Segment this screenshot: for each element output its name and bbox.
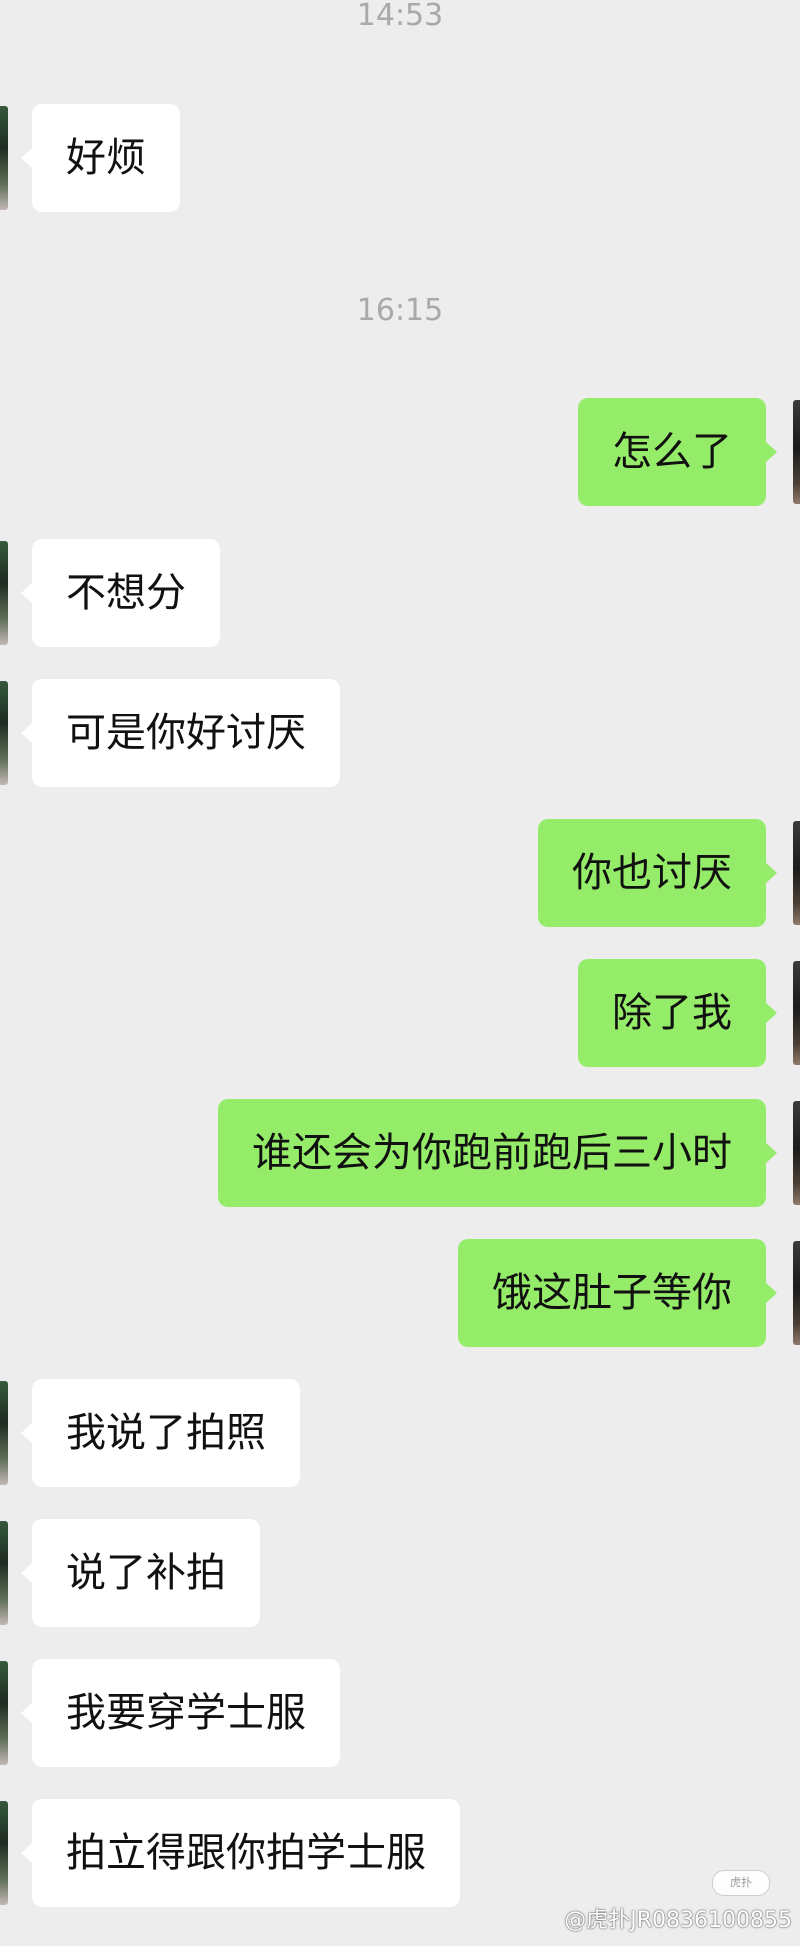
user-avatar[interactable] [793, 400, 800, 504]
user-avatar[interactable] [793, 1101, 800, 1205]
incoming-message-bubble[interactable]: 我要穿学士服 [21, 1659, 340, 1767]
watermark-logo: 虎扑 [712, 1870, 770, 1896]
contact-avatar[interactable] [0, 1661, 8, 1765]
incoming-message-bubble[interactable]: 可是你好讨厌 [21, 679, 340, 787]
watermark-text: @虎扑JR0836100855 [564, 1908, 792, 1933]
user-avatar[interactable] [793, 961, 800, 1065]
user-avatar[interactable] [793, 1241, 800, 1345]
outgoing-message-bubble[interactable]: 谁还会为你跑前跑后三小时 [218, 1099, 777, 1207]
outgoing-message-bubble[interactable]: 除了我 [578, 959, 777, 1067]
outgoing-message-bubble[interactable]: 饿这肚子等你 [458, 1239, 777, 1347]
contact-avatar[interactable] [0, 1381, 8, 1485]
contact-avatar[interactable] [0, 1801, 8, 1905]
user-avatar[interactable] [793, 821, 800, 925]
incoming-message-bubble[interactable]: 我说了拍照 [21, 1379, 300, 1487]
contact-avatar[interactable] [0, 681, 8, 785]
incoming-message-bubble[interactable]: 说了补拍 [21, 1519, 260, 1627]
timestamp: 16:15 [356, 293, 444, 328]
incoming-message-bubble[interactable]: 好烦 [21, 104, 180, 212]
incoming-message-bubble[interactable]: 拍立得跟你拍学士服 [21, 1799, 460, 1907]
outgoing-message-bubble[interactable]: 怎么了 [578, 398, 777, 506]
contact-avatar[interactable] [0, 1521, 8, 1625]
contact-avatar[interactable] [0, 541, 8, 645]
incoming-message-bubble[interactable]: 不想分 [21, 539, 220, 647]
timestamp: 14:53 [356, 0, 444, 33]
contact-avatar[interactable] [0, 106, 8, 210]
outgoing-message-bubble[interactable]: 你也讨厌 [538, 819, 777, 927]
